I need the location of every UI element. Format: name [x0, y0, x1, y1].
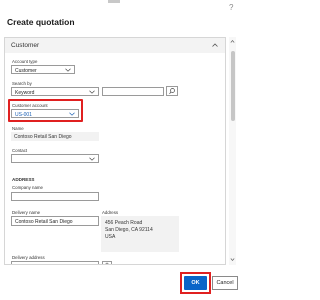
contact-select[interactable] [11, 154, 99, 163]
name-field: Contoso Retail San Diego [11, 132, 99, 141]
account-type-select[interactable]: Customer [11, 65, 75, 74]
scrollbar-thumb[interactable] [230, 51, 235, 121]
cancel-button[interactable]: Cancel [212, 276, 238, 290]
search-by-value: Keyword [15, 89, 35, 96]
delivery-address-label: Delivery address [12, 255, 45, 260]
ok-button[interactable]: OK [184, 276, 207, 290]
chevron-down-icon[interactable] [230, 257, 235, 262]
chevron-down-icon [89, 157, 95, 161]
customer-account-value: US-001 [15, 111, 32, 118]
address-line: USA [105, 234, 116, 240]
top-strip [0, 0, 240, 12]
add-address-button[interactable]: + [102, 261, 112, 265]
address-line: San Diego, CA 92114 [105, 227, 153, 233]
chevron-up-icon[interactable] [230, 39, 235, 44]
window-handle [108, 0, 120, 3]
address-heading: ADDRESS [12, 177, 35, 182]
name-label: Name [12, 126, 24, 131]
customer-panel: Customer Account type Customer Search by… [4, 37, 226, 265]
company-name-input[interactable] [11, 192, 99, 201]
section-title: Customer [11, 42, 40, 49]
delivery-address-select[interactable] [11, 261, 99, 264]
plus-icon: + [105, 262, 109, 265]
contact-label: Contact [12, 148, 28, 153]
account-type-value: Customer [15, 67, 37, 74]
delivery-name-label: Delivery name [12, 210, 41, 215]
help-icon[interactable]: ? [229, 3, 233, 12]
search-icon [169, 88, 175, 95]
vertical-scrollbar[interactable] [229, 37, 236, 265]
search-by-select[interactable]: Keyword [11, 87, 99, 96]
name-value: Contoso Retail San Diego [14, 133, 72, 140]
chevron-down-icon [89, 90, 95, 94]
dialog-title: Create quotation [7, 17, 75, 27]
account-type-label: Account type [12, 59, 38, 64]
chevron-down-icon [65, 68, 71, 72]
chevron-down-icon [69, 112, 75, 116]
search-button[interactable] [166, 86, 178, 96]
address-line: 456 Peach Road [105, 220, 143, 226]
customer-account-select[interactable]: US-001 [11, 109, 79, 118]
delivery-name-input[interactable]: Contoso Retail San Diego [11, 216, 99, 226]
search-input[interactable] [102, 87, 164, 96]
delivery-name-value: Contoso Retail San Diego [15, 218, 73, 225]
address-label: Address [102, 210, 119, 215]
search-by-label: Search by [12, 81, 32, 86]
chevron-up-icon[interactable] [211, 41, 219, 49]
company-name-label: Company name [12, 185, 43, 190]
customer-account-label: Customer account [12, 103, 48, 108]
customer-section-header[interactable]: Customer [5, 38, 225, 53]
address-field: 456 Peach Road San Diego, CA 92114 USA [101, 216, 179, 252]
